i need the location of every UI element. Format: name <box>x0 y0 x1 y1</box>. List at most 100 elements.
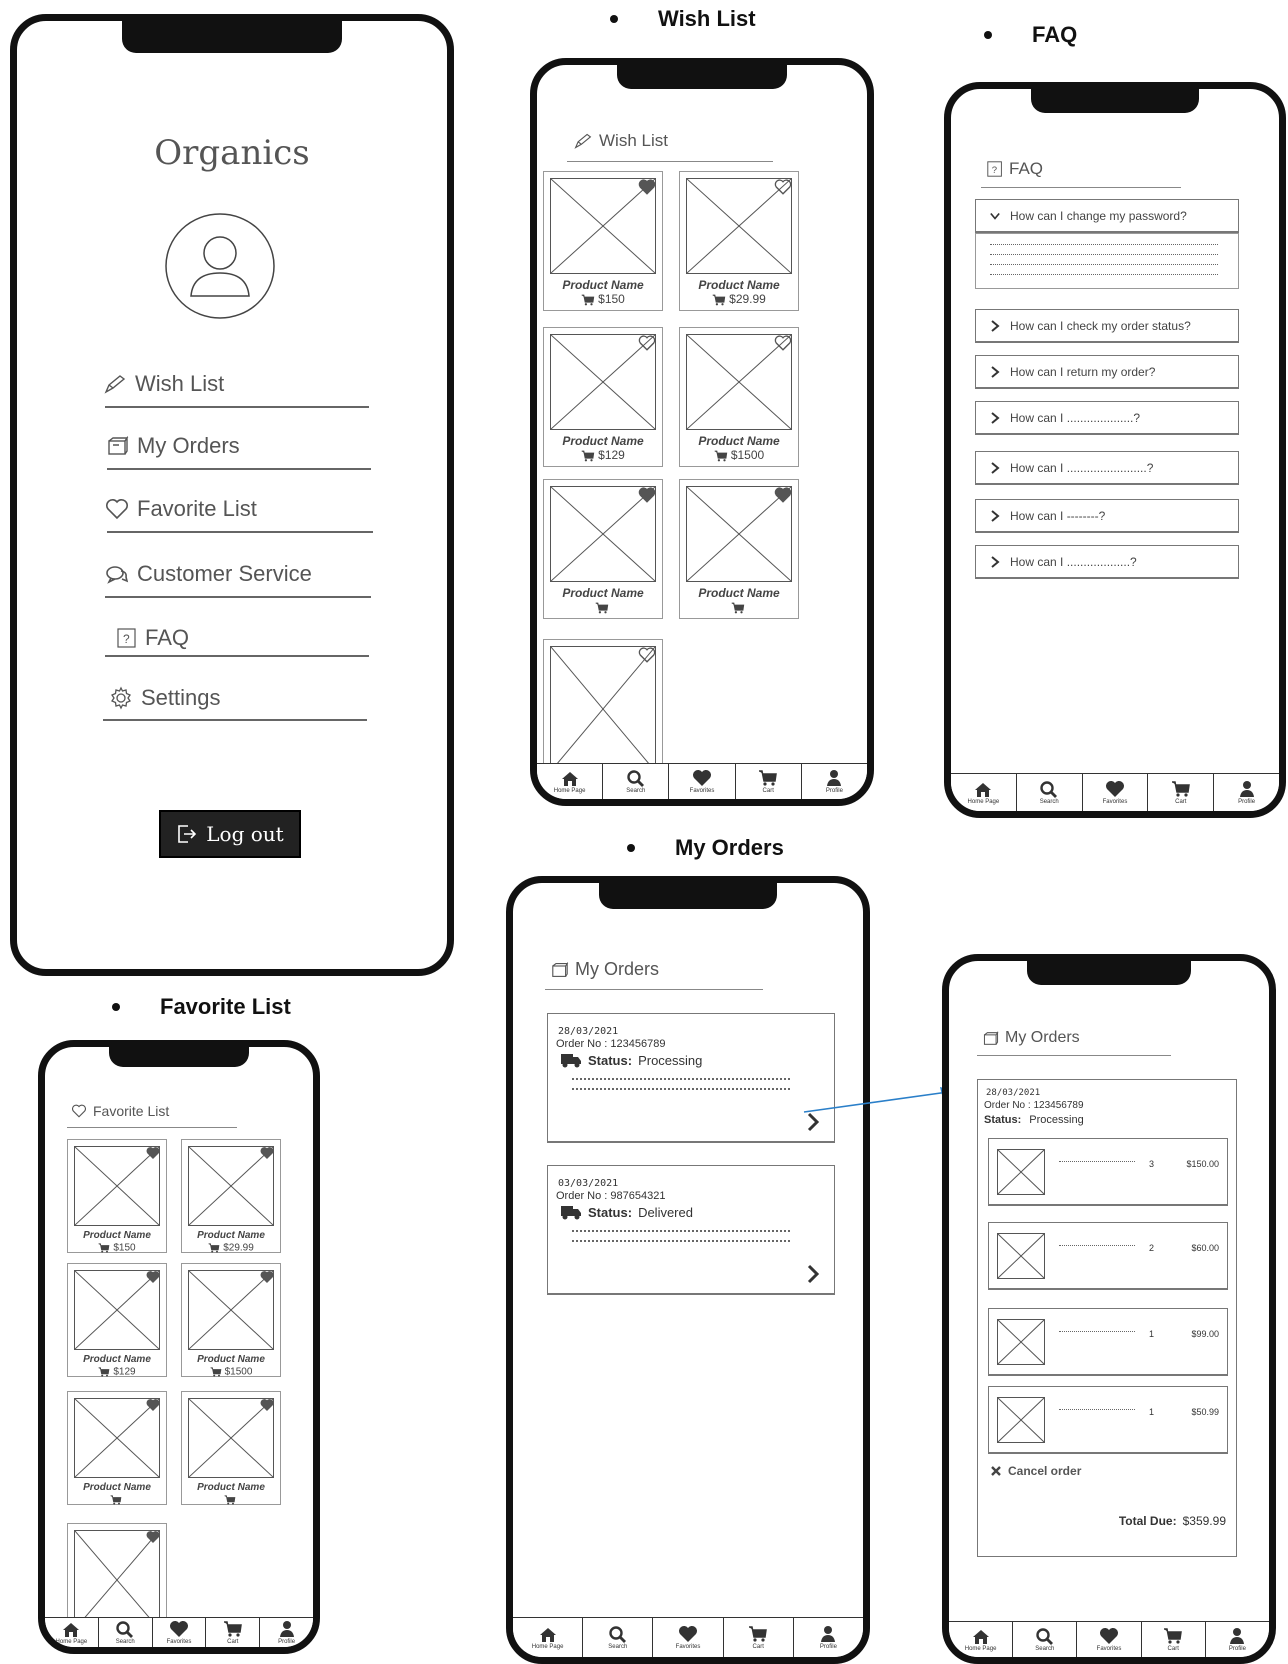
order-card[interactable]: 03/03/2021 Order No : 987654321 Status: … <box>547 1165 835 1295</box>
menu-item-customer-service[interactable]: Customer Service <box>105 561 312 587</box>
nav-cart[interactable]: Cart <box>736 764 802 799</box>
answer-text-placeholder <box>990 274 1218 276</box>
heart-filled-icon[interactable] <box>260 1398 274 1412</box>
nav-home[interactable]: Home Page <box>951 774 1017 811</box>
nav-heart[interactable]: Favorites <box>1083 774 1149 811</box>
menu-item-faq[interactable]: ? FAQ <box>117 625 189 651</box>
heart-filled-icon[interactable] <box>146 1530 160 1544</box>
nav-cart[interactable]: Cart <box>206 1618 261 1647</box>
heart-filled-icon[interactable] <box>638 178 656 196</box>
faq-item[interactable]: How can I change my password? <box>975 199 1239 233</box>
menu-item-my-orders[interactable]: My Orders <box>107 433 240 459</box>
nav-profile[interactable]: Profile <box>1214 774 1279 811</box>
phone-notch <box>1031 89 1199 113</box>
product-card[interactable]: Product Name $29.99 <box>181 1139 281 1254</box>
order-item-row: 2 $60.00 <box>988 1222 1228 1290</box>
logout-button[interactable]: Log out <box>159 810 301 858</box>
order-status: Status: Processing <box>984 1114 1084 1126</box>
bottom-nav-bar: Home Page Search Favorites Cart Profile <box>537 763 867 799</box>
search-icon <box>609 1626 626 1643</box>
faq-item[interactable]: How can I check my order status? <box>975 309 1239 343</box>
nav-profile[interactable]: Profile <box>260 1618 313 1647</box>
product-card[interactable]: Product Name $129 <box>543 327 663 467</box>
nav-heart[interactable]: Favorites <box>653 1618 724 1657</box>
heart-filled-icon[interactable] <box>146 1146 160 1160</box>
nav-home[interactable]: Home Page <box>45 1618 99 1647</box>
faq-item[interactable]: How can I ...................? <box>975 545 1239 579</box>
nav-search[interactable]: Search <box>1013 1622 1078 1657</box>
nav-cart[interactable]: Cart <box>1142 1622 1206 1657</box>
order-date: 28/03/2021 <box>558 1026 619 1037</box>
heart-outline-icon[interactable] <box>638 646 656 664</box>
product-card[interactable]: Product Name $1500 <box>679 327 799 467</box>
page-title: My Orders <box>983 1029 1080 1047</box>
menu-item-favorite-list[interactable]: Favorite List <box>105 496 257 522</box>
item-name-placeholder <box>1059 1409 1135 1411</box>
nav-label: Profile <box>1228 1646 1246 1652</box>
cart-icon <box>731 602 744 614</box>
nav-label: Search <box>115 1639 135 1645</box>
nav-search[interactable]: Search <box>99 1618 153 1647</box>
product-card[interactable]: Product Name <box>679 479 799 619</box>
faq-item[interactable]: How can I ....................? <box>975 401 1239 435</box>
heart-outline-icon[interactable] <box>638 334 656 352</box>
heart-filled-icon[interactable] <box>774 486 792 504</box>
product-card[interactable]: Product Name $129 <box>67 1263 167 1378</box>
nav-label: Profile <box>819 1644 837 1650</box>
menu-item-wish-list[interactable]: Wish List <box>103 371 224 397</box>
product-card[interactable]: Product Name <box>181 1391 281 1505</box>
box-icon <box>552 961 569 977</box>
chat-icon <box>106 566 129 584</box>
chevron-right-icon[interactable] <box>806 1263 820 1285</box>
item-quantity: 1 <box>1149 1329 1155 1339</box>
heart-filled-icon[interactable] <box>146 1398 160 1412</box>
heart-filled-icon[interactable] <box>260 1146 274 1160</box>
product-price <box>68 1494 166 1506</box>
nav-home[interactable]: Home Page <box>537 764 604 799</box>
image-placeholder <box>997 1397 1045 1443</box>
nav-profile[interactable]: Profile <box>794 1618 863 1657</box>
nav-label: Cart <box>762 788 774 794</box>
nav-home[interactable]: Home Page <box>949 1622 1014 1657</box>
heart-filled-icon[interactable] <box>638 486 656 504</box>
faq-item[interactable]: How can I --------? <box>975 499 1239 533</box>
menu-divider <box>103 719 367 721</box>
heart-outline-icon[interactable] <box>774 178 792 196</box>
nav-search[interactable]: Search <box>603 764 670 799</box>
item-name-placeholder <box>1059 1245 1135 1247</box>
heart-filled-icon[interactable] <box>146 1270 160 1284</box>
menu-item-settings[interactable]: Settings <box>109 685 221 711</box>
menu-divider <box>105 406 369 408</box>
product-card[interactable]: Product Name $150 <box>543 171 663 311</box>
product-card[interactable]: Product Name <box>67 1391 167 1505</box>
heart-outline-icon <box>106 499 128 520</box>
title-divider <box>981 187 1181 188</box>
product-card[interactable] <box>543 639 663 779</box>
product-card[interactable]: Product Name <box>543 479 663 619</box>
faq-item[interactable]: How can I ........................? <box>975 451 1239 485</box>
nav-heart[interactable]: Favorites <box>153 1618 207 1647</box>
nav-home[interactable]: Home Page <box>513 1618 584 1657</box>
nav-cart[interactable]: Cart <box>724 1618 794 1657</box>
heart-outline-icon[interactable] <box>774 334 792 352</box>
faq-item[interactable]: How can I return my order? <box>975 355 1239 389</box>
product-name: Product Name <box>83 1482 151 1493</box>
product-card[interactable]: Product Name $29.99 <box>679 171 799 311</box>
nav-heart[interactable]: Favorites <box>1077 1622 1142 1657</box>
price-value: $29.99 <box>223 1242 254 1254</box>
product-card[interactable]: Product Name $1500 <box>181 1263 281 1378</box>
chevron-right-icon <box>991 411 1000 424</box>
bullet-icon <box>610 15 618 23</box>
nav-heart[interactable]: Favorites <box>669 764 736 799</box>
cancel-order-button[interactable]: Cancel order <box>990 1464 1081 1478</box>
nav-profile[interactable]: Profile <box>1206 1622 1269 1657</box>
heart-filled-icon[interactable] <box>260 1270 274 1284</box>
heart-icon <box>169 1621 188 1637</box>
nav-search[interactable]: Search <box>583 1618 654 1657</box>
order-card[interactable]: 28/03/2021 Order No : 123456789 Status: … <box>547 1013 835 1143</box>
bullet-icon <box>984 31 992 39</box>
nav-cart[interactable]: Cart <box>1148 774 1215 811</box>
nav-profile[interactable]: Profile <box>802 764 867 799</box>
product-card[interactable]: Product Name $150 <box>67 1139 167 1254</box>
nav-search[interactable]: Search <box>1017 774 1083 811</box>
